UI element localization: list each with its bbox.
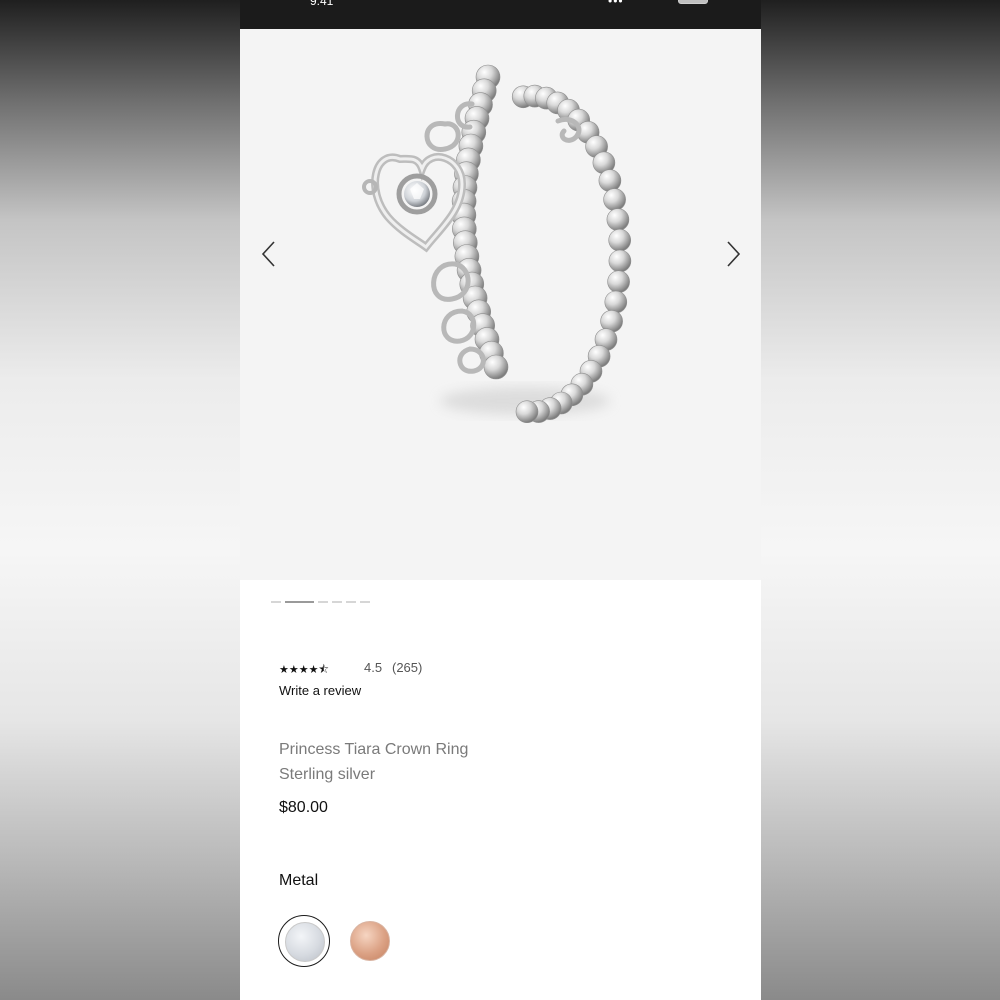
product-material: Sterling silver	[279, 766, 376, 783]
review-count: (265)	[392, 660, 423, 675]
pagination-dash[interactable]	[346, 601, 356, 603]
metal-option-silver[interactable]	[278, 915, 330, 967]
ring-bead	[604, 290, 628, 314]
pagination-dash[interactable]	[285, 601, 314, 603]
blurred-background-right	[761, 0, 1000, 1000]
ring-bead	[608, 249, 632, 273]
rose-gold-swatch	[350, 921, 390, 961]
ring-bead	[603, 188, 626, 211]
product-image-ring	[362, 64, 632, 424]
pagination-dash[interactable]	[332, 601, 342, 603]
battery-icon	[678, 0, 708, 4]
ring-bead	[607, 270, 630, 293]
signal-icon: •••	[608, 0, 624, 8]
pagination-dash[interactable]	[318, 601, 328, 603]
product-image-gallery[interactable]	[240, 29, 761, 580]
rating-stars: ★★★★⯪	[279, 664, 329, 676]
ring-bead	[598, 169, 622, 192]
previous-image-button[interactable]	[254, 234, 284, 274]
blurred-background-left	[0, 0, 240, 1000]
ring-bead	[483, 354, 509, 380]
chevron-right-icon	[727, 241, 741, 267]
metal-label: Metal	[279, 872, 319, 889]
product-price: $80.00	[279, 799, 328, 816]
status-bar: 9:41 •••	[240, 0, 761, 29]
metal-option-rose-gold[interactable]	[344, 915, 396, 967]
silver-swatch	[285, 922, 325, 962]
chevron-left-icon	[261, 241, 275, 267]
ring-bead	[515, 400, 539, 424]
product-title: Princess Tiara Crown Ring	[279, 741, 469, 758]
ring-bead	[606, 208, 630, 231]
product-page: 9:41 ••• ★★★★⯪ 4.5 (265) Write a review …	[240, 0, 761, 1000]
ring-bead	[608, 228, 632, 252]
ring-heart-setting	[362, 153, 467, 253]
status-time: 9:41	[310, 0, 334, 8]
pagination-dash[interactable]	[360, 601, 370, 603]
next-image-button[interactable]	[718, 234, 748, 274]
pagination-dash[interactable]	[271, 601, 281, 603]
ring-filigree	[424, 101, 582, 374]
rating-value: 4.5	[364, 660, 383, 675]
write-review-link[interactable]: Write a review	[279, 683, 361, 698]
